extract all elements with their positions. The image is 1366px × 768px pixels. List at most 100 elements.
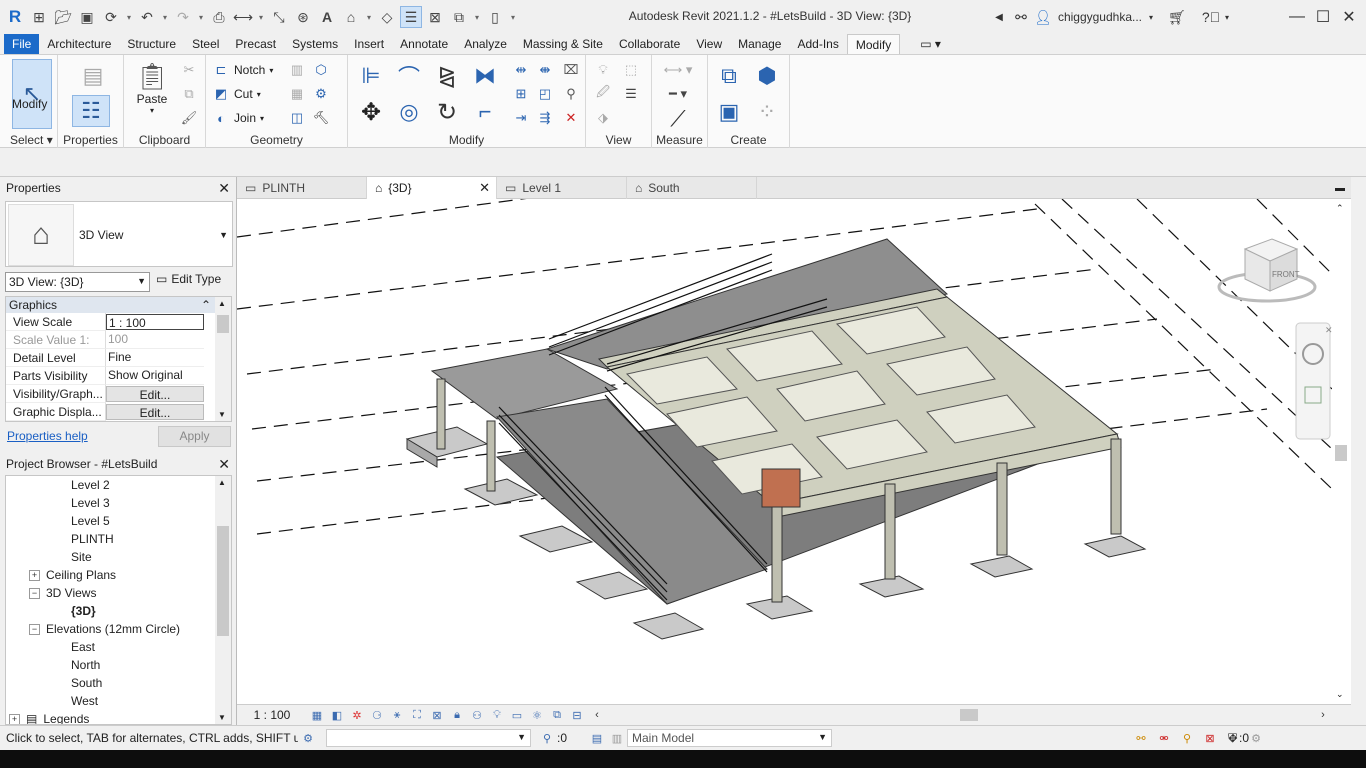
tree-item[interactable]: South: [6, 674, 231, 692]
beam-column-joins-icon[interactable]: ▦: [288, 85, 306, 103]
copy-element-icon[interactable]: ◎: [394, 97, 424, 127]
edit-type-button[interactable]: ▭ Edit Type: [156, 272, 221, 286]
tree-item[interactable]: Level 3: [6, 494, 231, 512]
properties-scrollbar[interactable]: ▲ ▼: [215, 297, 231, 421]
show-crop-icon[interactable]: ⊠: [427, 706, 447, 724]
collapse-icon[interactable]: −: [29, 623, 40, 635]
default-3d-view-icon[interactable]: ⌂: [340, 6, 362, 28]
worksets-icon[interactable]: ⚙: [298, 729, 318, 747]
text-icon[interactable]: A: [316, 6, 338, 28]
chevron-up-icon[interactable]: ▲: [218, 299, 226, 308]
design-option-edit-icon[interactable]: ▥: [607, 729, 627, 747]
chevron-down-icon[interactable]: ▾: [196, 6, 206, 28]
sun-path-icon[interactable]: ✲: [347, 706, 367, 724]
apply-button[interactable]: Apply: [158, 426, 231, 447]
highlight-displacement-icon[interactable]: ⧉: [547, 706, 567, 724]
canvas-vertical-scrollbar[interactable]: ⌃ ⌄: [1332, 199, 1350, 704]
customize-toolbar-icon[interactable]: ▯: [484, 6, 506, 28]
modify-button[interactable]: ↖: [10, 59, 54, 129]
scroll-thumb[interactable]: [960, 709, 978, 721]
aligned-dimension-icon[interactable]: ⤡: [268, 6, 290, 28]
create-similar-icon[interactable]: ⁘: [752, 97, 782, 127]
chevron-down-icon[interactable]: ▾: [124, 6, 134, 28]
home-icon[interactable]: ⊞: [28, 6, 50, 28]
demolish-icon[interactable]: ⚙: [312, 85, 330, 103]
visual-style-icon[interactable]: ◧: [327, 706, 347, 724]
chevron-up-icon[interactable]: ⌃: [1336, 203, 1344, 214]
tab-view[interactable]: View: [688, 34, 730, 54]
reveal-constraints-icon[interactable]: ⊟: [567, 706, 587, 724]
split-with-gap-icon[interactable]: ⇼: [536, 61, 554, 79]
chevron-down-icon[interactable]: ▾: [472, 6, 482, 28]
pin-icon[interactable]: ⚲: [562, 85, 580, 103]
tree-item[interactable]: PLINTH: [6, 530, 231, 548]
move-icon[interactable]: ✥: [356, 97, 386, 127]
select-dropdown[interactable]: Select ▾: [0, 133, 57, 147]
editable-only-icon[interactable]: ⚲: [537, 729, 557, 747]
measure-icon[interactable]: ⟷: [232, 6, 254, 28]
worksharing-display-icon[interactable]: ▭: [507, 706, 527, 724]
tab-manage[interactable]: Manage: [730, 34, 789, 54]
tab-modify[interactable]: Modify: [846, 33, 901, 55]
rotate-icon[interactable]: ↻: [432, 97, 462, 127]
view-tab-south[interactable]: ⌂ South: [627, 177, 757, 199]
design-options-icon[interactable]: ▤: [587, 729, 607, 747]
tree-item-ceiling-plans[interactable]: + Ceiling Plans: [6, 566, 231, 584]
join-button[interactable]: ◐ Join ▾: [212, 109, 264, 127]
shadows-icon[interactable]: ⚆: [367, 706, 387, 724]
navigation-bar[interactable]: ✕: [1295, 322, 1333, 440]
user-icon[interactable]: 👤︎: [1032, 6, 1054, 28]
view-tab-3d[interactable]: ⌂ {3D} ✕: [367, 177, 497, 199]
chevron-down-icon[interactable]: ▾: [1146, 6, 1156, 28]
design-option-dropdown[interactable]: Main Model ▼: [627, 729, 832, 747]
trim-extend-corner-icon[interactable]: ⌐: [470, 97, 500, 127]
detail-level-field[interactable]: Fine: [106, 349, 204, 367]
tree-item[interactable]: Site: [6, 548, 231, 566]
wall-joins-icon[interactable]: ▥: [288, 61, 306, 79]
chevron-down-icon[interactable]: ▾: [364, 6, 374, 28]
expand-icon[interactable]: +: [9, 713, 20, 724]
minimize-button[interactable]: —: [1284, 0, 1310, 34]
drawing-canvas[interactable]: FRONT ✕: [237, 199, 1351, 704]
property-group-header[interactable]: Graphics ⌃: [6, 297, 231, 313]
tree-item[interactable]: West: [6, 692, 231, 710]
create-parts-icon[interactable]: ⬢: [752, 61, 782, 91]
tab-insert[interactable]: Insert: [346, 34, 392, 54]
tag-icon[interactable]: ⊛: [292, 6, 314, 28]
cut-clipboard-icon[interactable]: ✂: [180, 61, 198, 79]
tab-file[interactable]: File: [4, 34, 40, 54]
tree-item[interactable]: East: [6, 638, 231, 656]
hammer-icon[interactable]: 🔨︎: [312, 109, 330, 127]
tree-item-legends[interactable]: + ▤ Legends: [6, 710, 231, 724]
tab-structure[interactable]: Structure: [119, 34, 184, 54]
chevron-right-icon[interactable]: ›: [1313, 706, 1333, 724]
workset-dropdown[interactable]: ▼: [326, 729, 531, 747]
scale-icon[interactable]: ◰: [536, 85, 554, 103]
select-underlay-icon[interactable]: ⚮: [1154, 729, 1174, 747]
switch-windows-icon[interactable]: ⧉: [448, 6, 470, 28]
tab-add-ins[interactable]: Add-Ins: [789, 34, 846, 54]
chevron-down-icon[interactable]: ▼: [218, 713, 226, 722]
tree-item[interactable]: North: [6, 656, 231, 674]
view-scale-field[interactable]: 1 : 100: [106, 314, 204, 330]
open-icon[interactable]: 📂︎: [52, 6, 74, 28]
chevron-down-icon[interactable]: ⌄: [1336, 689, 1344, 700]
tree-item[interactable]: Level 2: [6, 476, 231, 494]
reveal-hidden-icon[interactable]: 💡︎: [487, 706, 507, 724]
linework-icon[interactable]: ⬚: [622, 61, 640, 79]
aligned-measure-icon[interactable]: ⟋: [660, 105, 696, 133]
chevron-left-icon[interactable]: ‹: [587, 706, 607, 724]
view-tab-level-1[interactable]: ▭ Level 1: [497, 177, 627, 199]
offset-icon[interactable]: ⌒: [394, 61, 424, 91]
type-selector[interactable]: ⌂ 3D View ▼: [5, 201, 233, 267]
unpin-icon[interactable]: ⌧: [562, 61, 580, 79]
tab-steel[interactable]: Steel: [184, 34, 227, 54]
tab-precast[interactable]: Precast: [227, 34, 284, 54]
notch-button[interactable]: ⊏ Notch ▾: [212, 61, 274, 79]
tab-collaborate[interactable]: Collaborate: [611, 34, 688, 54]
binoculars-icon[interactable]: ⚯: [1010, 6, 1032, 28]
cut-button[interactable]: ◩ Cut ▾: [212, 85, 261, 103]
align-icon[interactable]: ⊫: [356, 61, 386, 91]
print-icon[interactable]: ⎙: [208, 6, 230, 28]
split-element-icon[interactable]: ⇹: [512, 61, 530, 79]
